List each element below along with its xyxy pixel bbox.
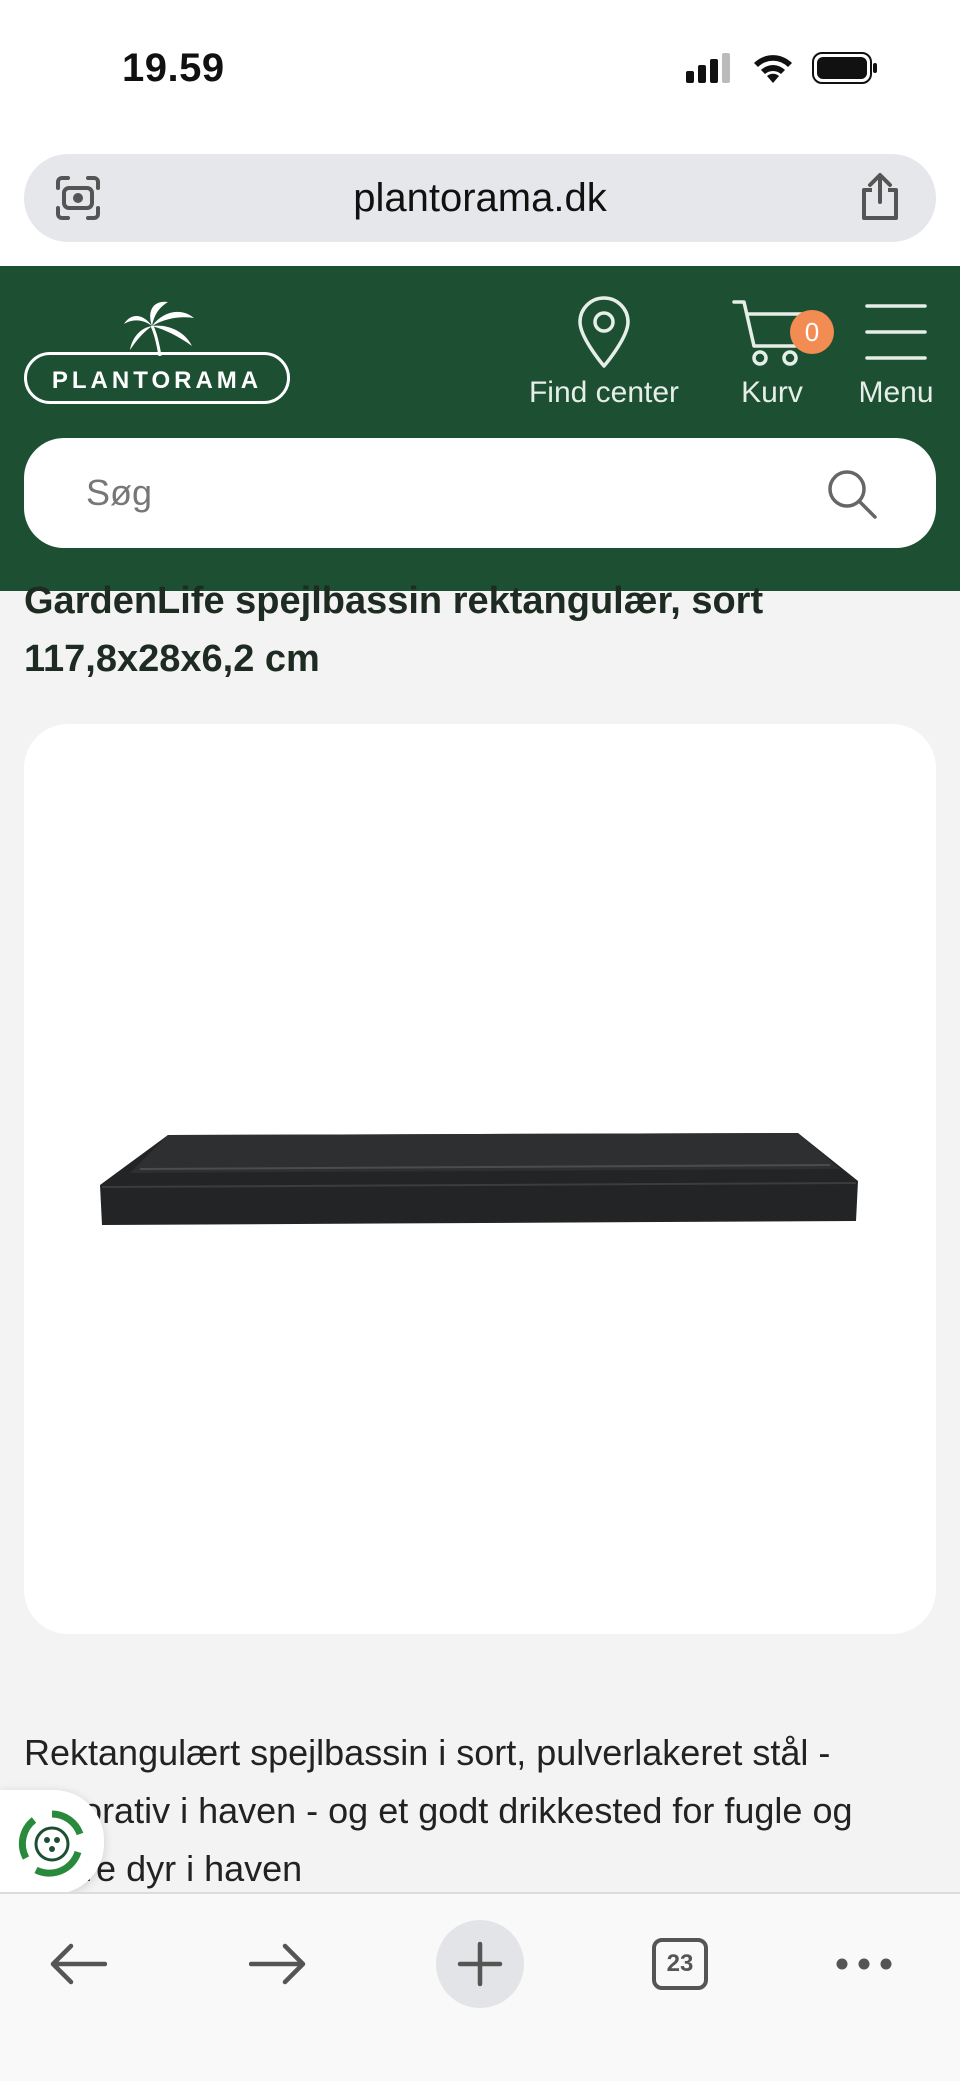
status-time: 19.59 <box>122 46 225 90</box>
page-root: { "status_bar": { "time": "19.59" }, "br… <box>0 0 960 2081</box>
find-center-button[interactable]: Find center <box>524 296 684 410</box>
product-image <box>100 1133 858 1225</box>
logo-wordmark-box: PLANTORAMA <box>24 352 290 404</box>
product-title: GardenLife spejlbassin rektangulær, sort… <box>24 580 764 680</box>
forward-arrow-icon <box>249 1943 306 1985</box>
tabs-button[interactable]: 23 <box>636 1920 724 2008</box>
new-tab-button[interactable] <box>436 1920 524 2008</box>
signal-icon <box>686 53 730 83</box>
recycle-icon <box>18 1810 84 1877</box>
browser-toolbar: 23 <box>0 1892 960 2081</box>
back-arrow-icon <box>50 1943 107 1985</box>
plus-icon <box>457 1941 503 1987</box>
url-text: plantorama.dk <box>353 176 607 220</box>
cart-button[interactable]: 0 Kurv <box>724 296 834 410</box>
menu-button[interactable]: Menu <box>852 296 940 410</box>
address-bar[interactable]: plantorama.dk <box>24 154 936 242</box>
site-header: PLANTORAMA Find center 0 Kurv Menu Søg <box>0 266 960 591</box>
menu-label: Menu <box>858 376 934 409</box>
product-image-card[interactable] <box>24 724 936 1634</box>
browser-address-area: plantorama.dk <box>0 142 960 266</box>
eco-badge[interactable] <box>0 1790 104 1894</box>
cart-count-badge: 0 <box>790 310 834 354</box>
share-icon[interactable] <box>858 172 902 222</box>
logo-text: PLANTORAMA <box>51 367 263 394</box>
more-icon <box>836 1958 892 1970</box>
search-icon[interactable] <box>826 468 878 520</box>
status-icons <box>686 52 878 84</box>
hamburger-menu-icon <box>865 304 927 360</box>
more-button[interactable] <box>820 1920 908 2008</box>
search-box[interactable] <box>24 438 936 548</box>
search-input[interactable] <box>86 468 786 518</box>
find-center-label: Find center <box>528 376 680 409</box>
back-button[interactable] <box>34 1920 122 2008</box>
wifi-icon <box>754 55 792 83</box>
product-description: Rektangulært spejlbassin i sort, pulverl… <box>24 1732 853 1889</box>
palm-logo-icon <box>124 301 194 356</box>
forward-button[interactable] <box>234 1920 322 2008</box>
battery-icon <box>812 52 877 84</box>
cart-label: Kurv <box>741 376 803 409</box>
tabs-icon: 23 <box>652 1938 708 1990</box>
status-bar: 19.59 <box>0 0 960 142</box>
plantorama-logo[interactable]: PLANTORAMA <box>24 300 292 404</box>
location-pin-icon <box>578 296 630 368</box>
